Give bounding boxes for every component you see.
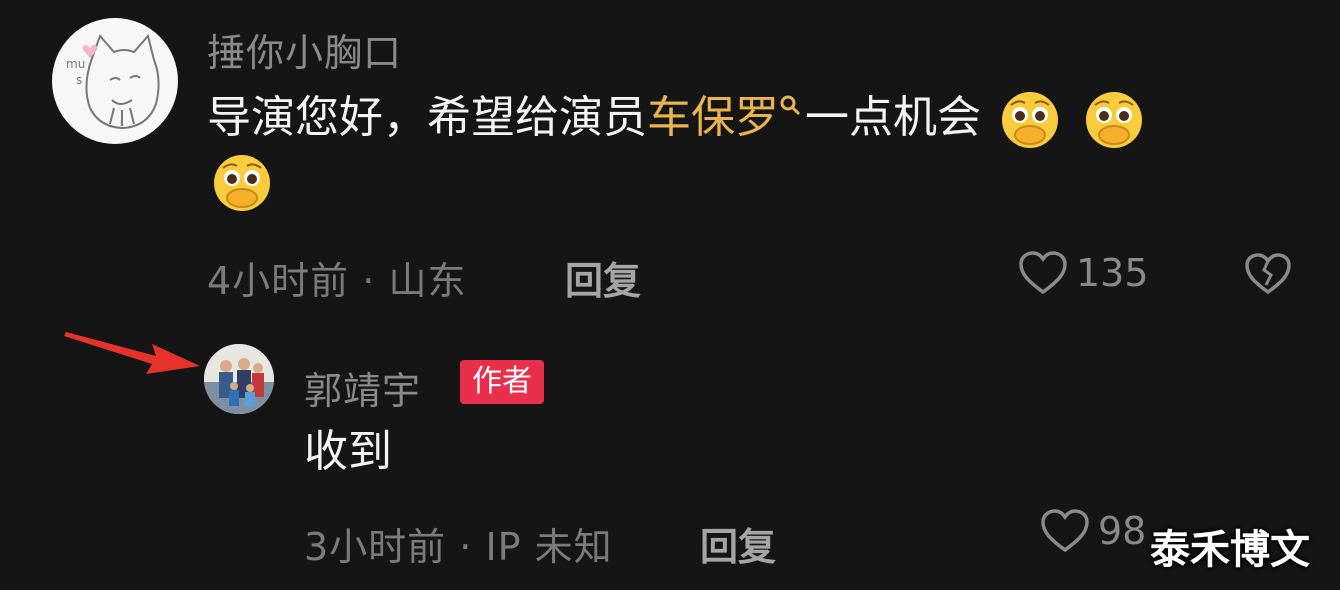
comment-text: 收到 (304, 426, 392, 477)
avatar[interactable]: mu s (52, 18, 178, 144)
svg-text:s: s (76, 73, 82, 87)
comment-item: 郭靖宇 作者 收到 3小时前 · IP 未知 回复 98 (0, 330, 1340, 590)
search-icon[interactable] (779, 94, 801, 116)
dislike-button[interactable] (1244, 252, 1292, 300)
comment-text: 导演您好，希望给演员车保罗 一点机会 (207, 88, 1307, 214)
meta-separator: · (362, 259, 376, 303)
highlighted-link[interactable]: 车保罗 (647, 92, 779, 143)
comment-item: mu s 捶你小胸口 导演您好，希望给演员车保罗 一点机会 4小时前 · 山东 … (0, 0, 1340, 320)
like-button[interactable]: 135 (1018, 250, 1149, 296)
pleading-emoji-icon (214, 155, 270, 211)
comment-time: 4小时前 (207, 259, 350, 303)
heart-icon (1041, 509, 1089, 553)
reply-button[interactable]: 回复 (565, 250, 641, 305)
comment-location: IP 未知 (485, 525, 613, 569)
watermark: 泰禾博文 (1150, 527, 1310, 573)
heart-icon (1019, 251, 1067, 295)
like-count: 98 (1098, 509, 1147, 553)
author-badge: 作者 (460, 360, 544, 404)
comment-text-part: 导演您好，希望给演员 (207, 92, 647, 143)
svg-text:mu: mu (66, 57, 85, 71)
comment-meta: 4小时前 · 山东 (207, 250, 466, 305)
username[interactable]: 郭靖宇 (304, 360, 421, 415)
avatar[interactable] (204, 344, 274, 414)
comment-location: 山东 (388, 259, 467, 303)
like-count: 135 (1076, 251, 1149, 295)
like-button[interactable]: 98 (1040, 508, 1146, 554)
cat-drawing-icon: mu s (66, 33, 160, 130)
pleading-emoji-icon (1002, 92, 1058, 148)
comment-text-part: 一点机会 (805, 92, 981, 143)
comment-time: 3小时前 (304, 525, 447, 569)
comment-meta: 3小时前 · IP 未知 (304, 516, 613, 571)
meta-separator: · (459, 525, 473, 569)
pleading-emoji-icon (1086, 92, 1142, 148)
reply-button[interactable]: 回复 (700, 516, 776, 571)
family-photo-icon (204, 344, 274, 414)
broken-heart-icon (1245, 253, 1291, 295)
username[interactable]: 捶你小胸口 (207, 22, 402, 77)
